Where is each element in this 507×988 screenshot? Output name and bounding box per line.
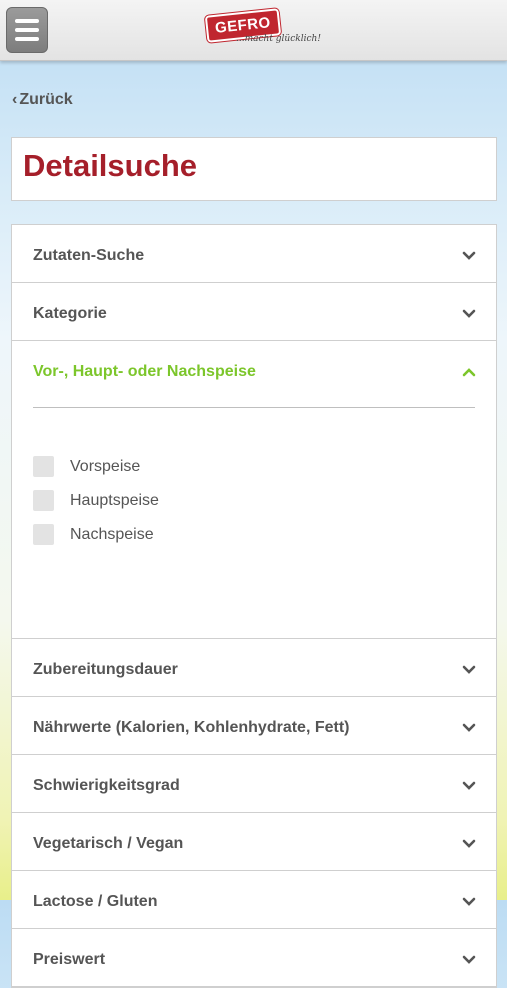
accordion-item-naehrwerte[interactable]: Nährwerte (Kalorien, Kohlenhydrate, Fett… [12,697,496,755]
checkbox-label: Hauptspeise [70,492,159,509]
chevron-down-icon [462,839,476,848]
brand-logo[interactable]: GEFRO ...macht glücklich! [204,8,321,52]
accordion-label: Schwierigkeitsgrad [33,777,180,794]
hamburger-icon-bar [15,37,39,41]
chevron-down-icon [462,665,476,674]
accordion-item-lactose-gluten[interactable]: Lactose / Gluten [12,871,496,929]
accordion-label: Zubereitungsdauer [33,661,178,678]
chevron-up-icon [462,368,476,377]
checkbox[interactable] [33,524,54,545]
chevron-down-icon [462,897,476,906]
page-title: Detailsuche [23,148,198,183]
accordion-label: Kategorie [33,305,107,322]
back-link[interactable]: ‹ Zurück [12,91,73,109]
page-title-panel: Detailsuche [11,137,497,201]
logo-tagline: ...macht glücklich! [236,34,321,44]
accordion-item-preiswert[interactable]: Preiswert [12,929,496,987]
accordion-divider [33,407,475,408]
accordion-label: Nährwerte (Kalorien, Kohlenhydrate, Fett… [33,719,350,736]
chevron-down-icon [462,251,476,260]
accordion-item-schwierigkeitsgrad[interactable]: Schwierigkeitsgrad [12,755,496,813]
hamburger-icon [15,19,39,23]
chevron-down-icon [462,955,476,964]
accordion-item-kategorie[interactable]: Kategorie [12,283,496,341]
accordion-item-zutaten-suche[interactable]: Zutaten-Suche [12,225,496,283]
app-header: GEFRO ...macht glücklich! [0,0,507,61]
chevron-down-icon [462,309,476,318]
checkbox-label: Nachspeise [70,526,154,543]
checkbox[interactable] [33,456,54,477]
checkbox-label: Vorspeise [70,458,141,475]
filter-accordion: Zutaten-Suche Kategorie Vor-, Haupt- ode… [11,224,497,988]
chevron-down-icon [462,723,476,732]
chevron-left-icon: ‹ [12,91,18,108]
accordion-label: Vor-, Haupt- oder Nachspeise [33,363,256,380]
accordion-label: Preiswert [33,951,106,968]
chevron-down-icon [462,781,476,790]
accordion-label: Zutaten-Suche [33,247,145,264]
accordion-label: Lactose / Gluten [33,893,158,910]
menu-button[interactable] [6,7,48,53]
back-label: Zurück [19,91,73,108]
hamburger-icon-bar [15,28,39,32]
accordion-label: Vegetarisch / Vegan [33,835,184,852]
accordion-item-vegetarisch-vegan[interactable]: Vegetarisch / Vegan [12,813,496,871]
accordion-item-speisenart[interactable]: Vor-, Haupt- oder Nachspeise Vorspeise H… [12,341,496,639]
checkbox[interactable] [33,490,54,511]
accordion-item-zubereitungsdauer[interactable]: Zubereitungsdauer [12,639,496,697]
